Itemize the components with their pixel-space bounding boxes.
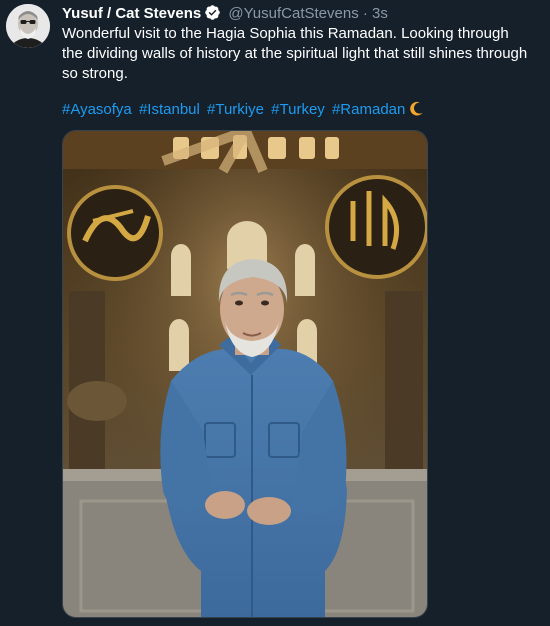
hashtag-turkey[interactable]: #Turkey (271, 101, 325, 118)
avatar[interactable] (6, 4, 50, 48)
tweet-photo[interactable] (62, 130, 428, 618)
verified-badge-icon (204, 4, 221, 26)
timestamp[interactable]: 3s (372, 5, 388, 22)
photo-man-hagia-sophia (63, 131, 427, 617)
tweet-header: Yusuf / Cat Stevens @YusufCatStevens · 3… (62, 4, 388, 22)
author-handle[interactable]: @YusufCatStevens (228, 5, 358, 22)
author-name[interactable]: Yusuf / Cat Stevens (62, 5, 201, 22)
hashtag-ayasofya[interactable]: #Ayasofya (62, 101, 132, 118)
hashtag-row: #Ayasofya #Istanbul #Turkiye #Turkey #Ra… (62, 100, 425, 123)
tweet-text: Wonderful visit to the Hagia Sophia this… (62, 25, 528, 82)
separator-dot: · (362, 5, 368, 22)
hashtag-turkiye[interactable]: #Turkiye (207, 101, 264, 118)
hashtag-ramadan[interactable]: #Ramadan (332, 101, 405, 118)
hashtag-istanbul[interactable]: #Istanbul (139, 101, 200, 118)
avatar-image (6, 4, 50, 48)
tweet: Yusuf / Cat Stevens @YusufCatStevens · 3… (0, 0, 550, 626)
crescent-moon-icon (408, 100, 425, 123)
